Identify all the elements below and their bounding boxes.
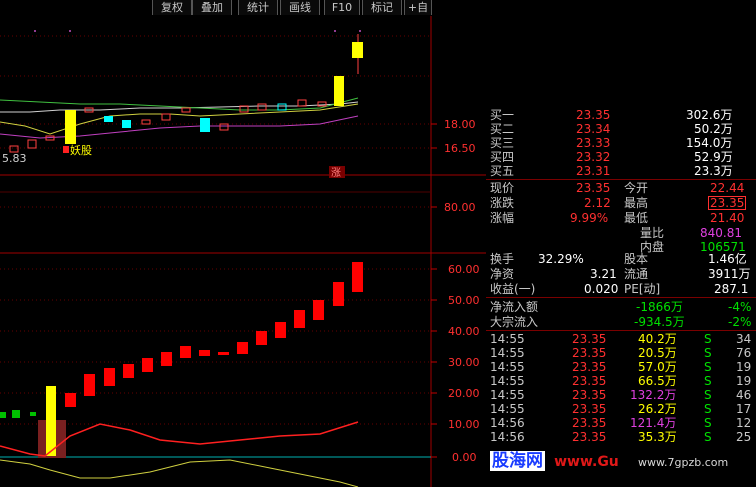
tick-row: 14:55 23.35 40.2万 S 34 (490, 332, 752, 346)
stats-row: 换手 32.29% 股本 1.46亿 (490, 252, 747, 266)
tick-row: 14:56 23.35 121.4万 S 12 (490, 416, 752, 430)
indicator-axis-label: 10.00 (448, 418, 480, 431)
add-custom-button[interactable]: +自 (404, 0, 432, 15)
fuquan-button[interactable]: 复权 (152, 0, 192, 15)
watermark-en: www.Gu (554, 454, 619, 470)
bid-row: 买五 23.31 23.3万 (490, 164, 733, 178)
indicator-axis-label: 60.00 (448, 263, 480, 276)
bid-row: 买二 23.34 50.2万 (490, 122, 733, 136)
flow-row: 大宗流入 -934.5万 -2% (490, 315, 752, 329)
price-axis-label: 16.50 (444, 142, 476, 155)
f10-button[interactable]: F10 (324, 0, 360, 15)
stats-row: 净资 3.21 流通 3911万 (490, 267, 751, 281)
watermark-cn: 股海网 (490, 451, 545, 471)
tick-row: 14:55 23.35 66.5万 S 19 (490, 374, 752, 388)
tick-row: 14:55 23.35 20.5万 S 76 (490, 346, 752, 360)
chart-toolbar: 复权 叠加 统计 画线 F10 标记 +自 (0, 0, 756, 16)
indicator-axis-label: 0.00 (452, 451, 477, 464)
indicator-axis-label: 20.00 (448, 387, 480, 400)
stats-row: 现价 23.35 今开 22.44 (490, 181, 745, 195)
indicator-axis-label: 30.00 (448, 356, 480, 369)
stats-row: 涨幅 9.99% 最低 21.40 (490, 211, 745, 225)
tick-row: 14:55 23.35 132.2万 S 46 (490, 388, 752, 402)
bid-row: 买四 23.32 52.9万 (490, 150, 733, 164)
price-axis-label: 18.00 (444, 118, 476, 131)
mark-button[interactable]: 标记 (362, 0, 402, 15)
volume-axis-label: 80.00 (444, 201, 476, 214)
low-price-label: 5.83 (2, 152, 27, 165)
stats-row: 涨跌 2.12 最高 23.35 (490, 196, 747, 210)
statistics-button[interactable]: 统计 (238, 0, 278, 15)
tick-row: 14:56 23.35 35.3万 S 25 (490, 430, 752, 444)
limit-up-badge: 涨 (331, 167, 341, 179)
indicator-axis-label: 40.00 (448, 325, 480, 338)
tick-row: 14:55 23.35 26.2万 S 17 (490, 402, 752, 416)
overlay-button[interactable]: 叠加 (192, 0, 232, 15)
indicator-axis-label: 50.00 (448, 294, 480, 307)
flow-row: 净流入额 -1866万 -4% (490, 300, 752, 314)
stats-row: 量比 840.81 (640, 226, 742, 240)
quote-panel: 买一 23.35 302.6万 买二 23.34 50.2万 买三 23.33 … (486, 108, 756, 487)
stats-row: 收益(一) 0.020 PE[动] 287.1 (490, 282, 749, 296)
tick-row: 14:55 23.35 57.0万 S 19 (490, 360, 752, 374)
bid-row: 买三 23.33 154.0万 (490, 136, 733, 150)
watermark-url: www.7gpzb.com (638, 456, 729, 469)
kline-chart[interactable]: 18.00 16.50 80.00 5.83 妖股 涨 60.00 50.00 … (0, 16, 486, 487)
draw-line-button[interactable]: 画线 (280, 0, 320, 15)
stock-tag-label: 妖股 (70, 143, 92, 157)
watermark-logo: 股海网 www.Gu (490, 446, 619, 474)
bid-row: 买一 23.35 302.6万 (490, 108, 733, 122)
